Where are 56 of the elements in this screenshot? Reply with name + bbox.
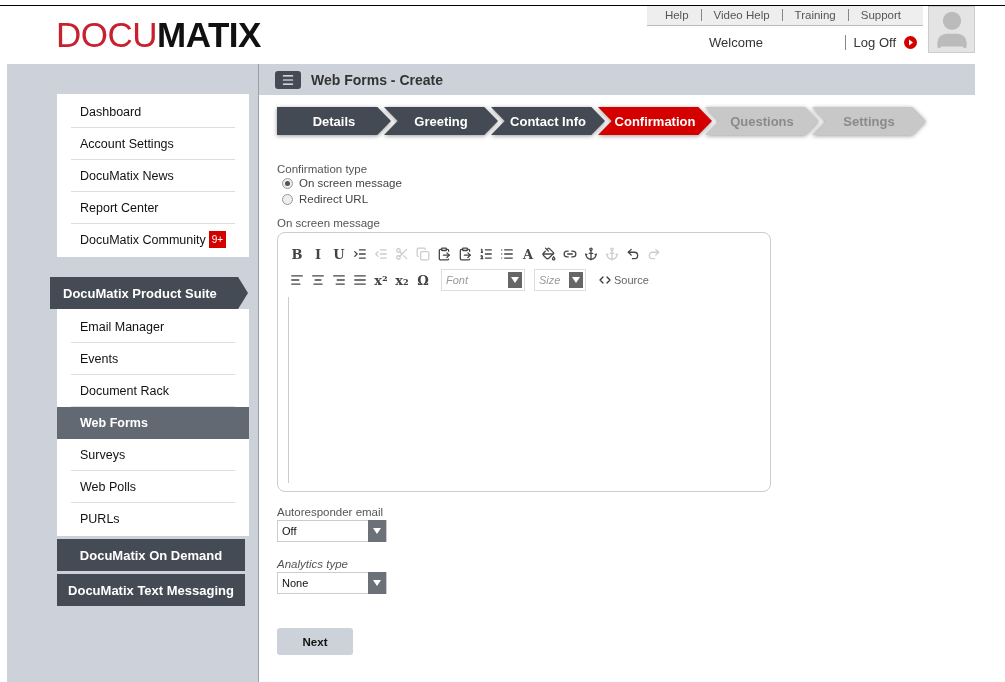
page-title: Web Forms - Create xyxy=(311,71,443,88)
play-icon xyxy=(904,36,917,49)
sidebar-item[interactable]: DocuMatix Community 9+ xyxy=(71,224,235,255)
format-button[interactable]: x² xyxy=(372,270,390,290)
sidebar-item[interactable]: PURLs xyxy=(71,503,235,534)
sidebar-item[interactable]: Surveys xyxy=(71,439,235,471)
sidebar-item[interactable]: Report Center xyxy=(71,192,235,224)
format-button[interactable]: Ω xyxy=(414,270,432,290)
wizard-step[interactable]: Details xyxy=(277,107,391,135)
radio-label: On screen message xyxy=(299,177,402,189)
sidebar-item[interactable]: Web Polls xyxy=(71,471,235,503)
count-badge: 9+ xyxy=(208,231,227,248)
list-icon xyxy=(275,70,301,89)
caret-icon xyxy=(572,277,580,283)
format-button[interactable]: B xyxy=(288,244,306,264)
log-off-link[interactable]: Log Off xyxy=(844,35,917,50)
header-link[interactable]: Training xyxy=(781,9,848,21)
caret-icon xyxy=(511,277,519,283)
header-link[interactable]: Support xyxy=(847,9,913,21)
next-button[interactable]: Next xyxy=(277,628,353,655)
sidebar-item[interactable]: Email Manager xyxy=(71,311,235,343)
wizard-step[interactable]: Contact Info xyxy=(491,107,605,135)
sidebar-item[interactable]: DocuMatix News xyxy=(71,160,235,192)
wizard-step[interactable]: Confirmation xyxy=(598,107,712,135)
analytics-dropdown[interactable]: None xyxy=(277,572,387,594)
section-header[interactable]: DocuMatix Text Messaging xyxy=(57,574,245,606)
field-label: Analytics type xyxy=(277,558,349,570)
sidebar-item[interactable]: Dashboard xyxy=(71,96,235,128)
format-button[interactable]: U xyxy=(330,244,348,264)
caret-icon xyxy=(373,528,381,534)
format-button[interactable]: A xyxy=(519,244,537,264)
welcome-text: Welcome xyxy=(709,35,763,50)
sidebar-item[interactable]: Web Forms xyxy=(57,407,249,439)
format-button[interactable]: x₂ xyxy=(393,270,411,290)
rich-text-editor[interactable]: B I U A x² x₂ Ω Font Size Source xyxy=(277,232,771,492)
logo: DOCUMATIX xyxy=(56,15,261,55)
field-label: Autoresponder email xyxy=(277,506,385,518)
header-link[interactable]: Help xyxy=(652,9,701,21)
code-icon xyxy=(599,274,611,286)
caret-icon xyxy=(373,580,381,586)
radio-option[interactable]: On screen message xyxy=(282,175,957,191)
autoresponder-dropdown[interactable]: Off xyxy=(277,520,387,542)
sidebar-item[interactable]: Events xyxy=(71,343,235,375)
section-header[interactable]: DocuMatix Product Suite xyxy=(50,277,248,309)
radio-label: Redirect URL xyxy=(299,193,369,205)
wizard-step[interactable]: Greeting xyxy=(384,107,498,135)
header-link[interactable]: Video Help xyxy=(700,9,782,21)
source-button[interactable]: Source xyxy=(599,274,649,286)
format-button[interactable]: I xyxy=(309,244,327,264)
field-label: On screen message xyxy=(277,217,381,229)
section-header[interactable]: DocuMatix On Demand xyxy=(57,539,245,571)
field-label: Confirmation type xyxy=(277,163,369,175)
radio-button[interactable] xyxy=(282,193,293,205)
radio-option[interactable]: Redirect URL xyxy=(282,191,957,207)
sidebar-item[interactable]: Account Settings xyxy=(71,128,235,160)
radio-button[interactable] xyxy=(282,177,293,189)
